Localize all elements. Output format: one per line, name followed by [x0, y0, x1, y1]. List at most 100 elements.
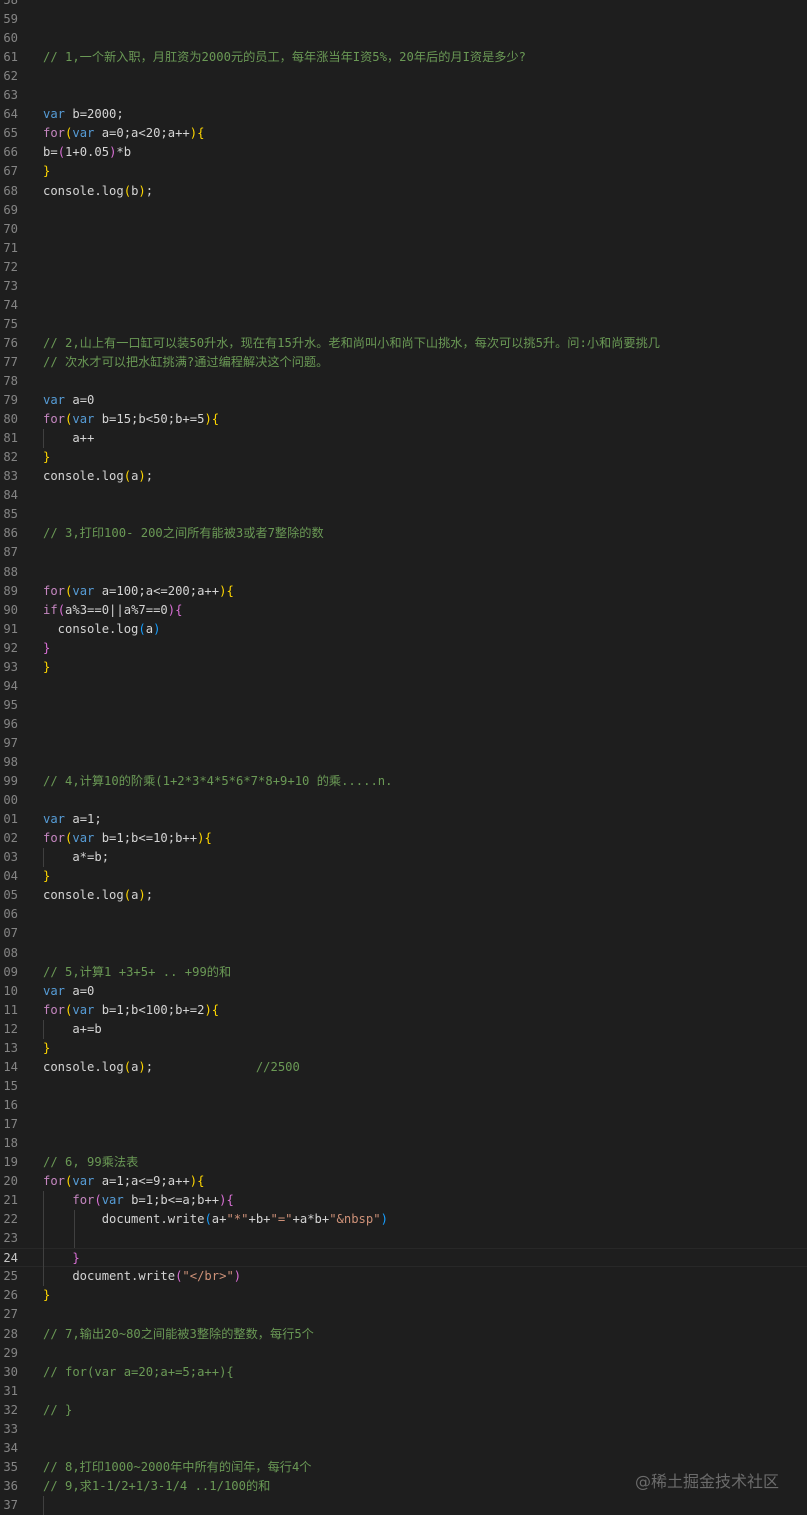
code-line[interactable]: 07 [0, 924, 807, 943]
code-text: for(var a=0;a<20;a++){ [43, 126, 205, 141]
line-number: 25 [3, 1269, 18, 1284]
code-line[interactable]: 37 [0, 1496, 807, 1515]
code-line[interactable]: 77 // 次水才可以把水缸挑满?通过编程解决这个问题。 [0, 353, 807, 372]
code-line[interactable]: 61 // 1,一个新入职，月肛资为2000元的员工，每年涨当年I资5%，20年后… [0, 48, 807, 67]
code-line[interactable]: 31 [0, 1382, 807, 1401]
code-text: for(var b=1;b<=10;b++){ [43, 831, 212, 846]
code-line[interactable]: 03 a*=b; [0, 848, 807, 867]
code-line[interactable]: 22 document.write(a+"*"+b+"="+a*b+"&nbsp… [0, 1210, 807, 1229]
code-line[interactable]: 58 [0, 0, 807, 10]
line-number: 96 [3, 716, 18, 731]
indent-guide [74, 1210, 75, 1249]
code-line[interactable]: 66 b=(1+0.05)*b [0, 143, 807, 162]
code-line[interactable]: 78 [0, 372, 807, 391]
code-line[interactable]: 64 var b=2000; [0, 105, 807, 124]
code-line[interactable]: 93} [0, 658, 807, 677]
code-line[interactable]: 08 [0, 944, 807, 963]
code-line[interactable]: 09 // 5,计算1 +3+5+ .. +99的和 [0, 963, 807, 982]
code-line[interactable]: 85 [0, 505, 807, 524]
code-line[interactable]: 23 [0, 1229, 807, 1248]
code-line[interactable]: 96 [0, 715, 807, 734]
code-line[interactable]: 32 // } [0, 1401, 807, 1420]
code-line[interactable]: 17 [0, 1115, 807, 1134]
code-line[interactable]: 24 } [0, 1248, 807, 1268]
code-line[interactable]: 71 [0, 239, 807, 258]
code-line[interactable]: 02 for(var b=1;b<=10;b++){ [0, 829, 807, 848]
code-line[interactable]: 97 [0, 734, 807, 753]
code-line[interactable]: 29 [0, 1344, 807, 1363]
code-line[interactable]: 72 [0, 258, 807, 277]
line-number: 59 [3, 12, 18, 27]
code-line[interactable]: 33 [0, 1420, 807, 1439]
line-number: 17 [3, 1116, 18, 1131]
code-line[interactable]: 69 [0, 201, 807, 220]
code-line[interactable]: 80 for(var b=15;b<50;b+=5){ [0, 410, 807, 429]
code-line[interactable]: 84 [0, 486, 807, 505]
code-line[interactable]: 90 if(a%3==0||a%7==0){ [0, 601, 807, 620]
code-line[interactable]: 75 [0, 315, 807, 334]
code-line[interactable]: 74 [0, 296, 807, 315]
code-text: } [43, 450, 51, 465]
code-line[interactable]: 11 for(var b=1;b<100;b+=2){ [0, 1001, 807, 1020]
code-editor[interactable]: 58 59 60 61 // 1,一个新入职，月肛资为2000元的员工，每年涨当年I资5… [0, 0, 807, 1515]
code-line[interactable]: 99 // 4,计算10的阶乘(1+2*3*4*5*6*7*8+9+10 的乘..… [0, 772, 807, 791]
line-number: 14 [3, 1059, 18, 1074]
code-text: if(a%3==0||a%7==0){ [43, 602, 183, 617]
code-line[interactable]: 06 [0, 905, 807, 924]
code-line[interactable]: 81 a++ [0, 429, 807, 448]
code-line[interactable]: 12 a+=b [0, 1020, 807, 1039]
code-line[interactable]: 13} [0, 1039, 807, 1058]
code-line[interactable]: 59 [0, 10, 807, 29]
code-line[interactable]: 18 [0, 1134, 807, 1153]
code-line[interactable]: 67} [0, 162, 807, 181]
code-line[interactable]: 01 var a=1; [0, 810, 807, 829]
code-line[interactable]: 10 var a=0 [0, 982, 807, 1001]
line-number: 01 [3, 812, 18, 827]
code-line[interactable]: 86 // 3,打印100- 200之间所有能被3或者7整除的数 [0, 524, 807, 543]
code-line[interactable]: 15 [0, 1077, 807, 1096]
line-number: 85 [3, 507, 18, 522]
code-line[interactable]: 27 [0, 1305, 807, 1324]
code-line[interactable]: 14 console.log(a); //2500 [0, 1058, 807, 1077]
code-line[interactable]: 68 console.log(b); [0, 182, 807, 201]
code-line[interactable]: 30 // for(var a=20;a+=5;a++){ [0, 1363, 807, 1382]
code-line[interactable]: 73 [0, 277, 807, 296]
code-line[interactable]: 91 console.log(a) [0, 620, 807, 639]
code-line[interactable]: 98 [0, 753, 807, 772]
code-line[interactable]: 20 for(var a=1;a<=9;a++){ [0, 1172, 807, 1191]
code-line[interactable]: 94 [0, 677, 807, 696]
code-line[interactable]: 83 console.log(a); [0, 467, 807, 486]
code-line[interactable]: 26} [0, 1286, 807, 1305]
code-line[interactable]: 04} [0, 867, 807, 886]
code-line[interactable]: 92} [0, 639, 807, 658]
code-line[interactable]: 70 [0, 220, 807, 239]
code-line[interactable]: 62 [0, 67, 807, 86]
code-line[interactable]: 05 console.log(a); [0, 886, 807, 905]
code-line[interactable]: 16 [0, 1096, 807, 1115]
line-number: 69 [3, 202, 18, 217]
code-line[interactable]: 88 [0, 563, 807, 582]
code-line[interactable]: 00 [0, 791, 807, 810]
code-text: // 7,输出20~80之间能被3整除的整数，每行5个 [43, 1326, 314, 1341]
line-number: 81 [3, 431, 18, 446]
code-line[interactable]: 60 [0, 29, 807, 48]
code-line[interactable]: 76 // 2,山上有一口缸可以装50升水，现在有15升水。老和尚叫小和尚下山挑水… [0, 334, 807, 353]
code-line[interactable]: 79 var a=0 [0, 391, 807, 410]
code-line[interactable]: 25 document.write("</br>") [0, 1267, 807, 1286]
code-line[interactable]: 87 [0, 543, 807, 562]
code-line[interactable]: 21 for(var b=1;b<=a;b++){ [0, 1191, 807, 1210]
line-number: 70 [3, 221, 18, 236]
line-number: 83 [3, 469, 18, 484]
code-line[interactable]: 89 for(var a=100;a<=200;a++){ [0, 582, 807, 601]
code-line[interactable]: 82} [0, 448, 807, 467]
code-line[interactable]: 28 // 7,输出20~80之间能被3整除的整数，每行5个 [0, 1325, 807, 1344]
code-line[interactable]: 65 for(var a=0;a<20;a++){ [0, 124, 807, 143]
code-line[interactable]: 63 [0, 86, 807, 105]
line-number: 06 [3, 907, 18, 922]
line-number: 74 [3, 297, 18, 312]
code-line[interactable]: 19 // 6, 99乘法表 [0, 1153, 807, 1172]
code-line[interactable]: 95 [0, 696, 807, 715]
indent-guide [43, 848, 44, 868]
code-line[interactable]: 34 [0, 1439, 807, 1458]
line-number: 22 [3, 1212, 18, 1227]
